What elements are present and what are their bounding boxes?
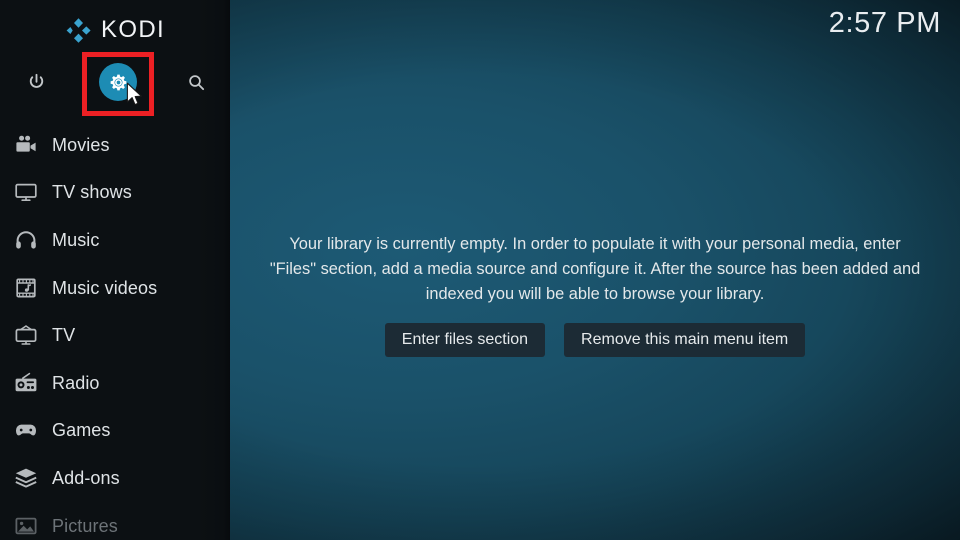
gamepad-icon: [12, 417, 39, 444]
retro-tv-icon: [12, 322, 39, 349]
tv-monitor-icon: [12, 179, 39, 206]
sidebar-item-music-videos[interactable]: Music videos: [0, 264, 230, 312]
film-music-icon: [12, 274, 39, 301]
sidebar-item-pictures[interactable]: Pictures: [0, 502, 230, 540]
sidebar: KODI Movies TV shows Music Music videos …: [0, 0, 230, 540]
app-name: KODI: [101, 16, 165, 43]
empty-library-message: Your library is currently empty. In orde…: [269, 235, 921, 303]
sidebar-item-games[interactable]: Games: [0, 407, 230, 455]
sidebar-item-label: Pictures: [52, 515, 118, 536]
sidebar-item-label: TV: [52, 325, 76, 346]
search-button[interactable]: [176, 62, 216, 102]
clock: 2:57 PM: [828, 7, 941, 39]
empty-library-panel: Your library is currently empty. In orde…: [230, 0, 960, 540]
sidebar-item-label: Add-ons: [52, 467, 120, 488]
settings-button[interactable]: [98, 62, 138, 102]
settings-button-circle: [99, 63, 137, 101]
power-icon: [26, 72, 47, 93]
search-icon: [186, 72, 207, 93]
picture-frame-icon: [12, 512, 39, 539]
app-logo: KODI: [0, 10, 230, 50]
remove-main-menu-item-button[interactable]: Remove this main menu item: [564, 323, 806, 357]
sidebar-item-label: Games: [52, 420, 111, 441]
sidebar-item-radio[interactable]: Radio: [0, 359, 230, 407]
sidebar-item-add-ons[interactable]: Add-ons: [0, 454, 230, 502]
enter-files-section-button[interactable]: Enter files section: [384, 323, 546, 357]
sidebar-action-bar: [0, 62, 230, 102]
sidebar-item-label: Movies: [52, 134, 110, 155]
sidebar-item-movies[interactable]: Movies: [0, 121, 230, 169]
power-button[interactable]: [16, 62, 56, 102]
addons-box-icon: [12, 464, 39, 491]
headphones-icon: [12, 226, 39, 253]
sidebar-item-tv[interactable]: TV: [0, 311, 230, 359]
sidebar-item-label: Music videos: [52, 277, 158, 298]
sidebar-item-tv-shows[interactable]: TV shows: [0, 169, 230, 217]
sidebar-item-label: TV shows: [52, 182, 132, 203]
sidebar-item-label: Radio: [52, 372, 100, 393]
sidebar-item-label: Music: [52, 229, 100, 250]
kodi-home-screen: 2:57 PM Your library is currently empty.…: [0, 0, 960, 540]
empty-library-actions: Enter files section Remove this main men…: [384, 323, 806, 357]
main-menu: Movies TV shows Music Music videos TV Ra…: [0, 121, 230, 540]
movie-camera-icon: [12, 131, 39, 158]
kodi-logo-icon: [65, 17, 92, 44]
gear-icon: [108, 72, 129, 93]
sidebar-item-music[interactable]: Music: [0, 216, 230, 264]
radio-icon: [12, 369, 39, 396]
